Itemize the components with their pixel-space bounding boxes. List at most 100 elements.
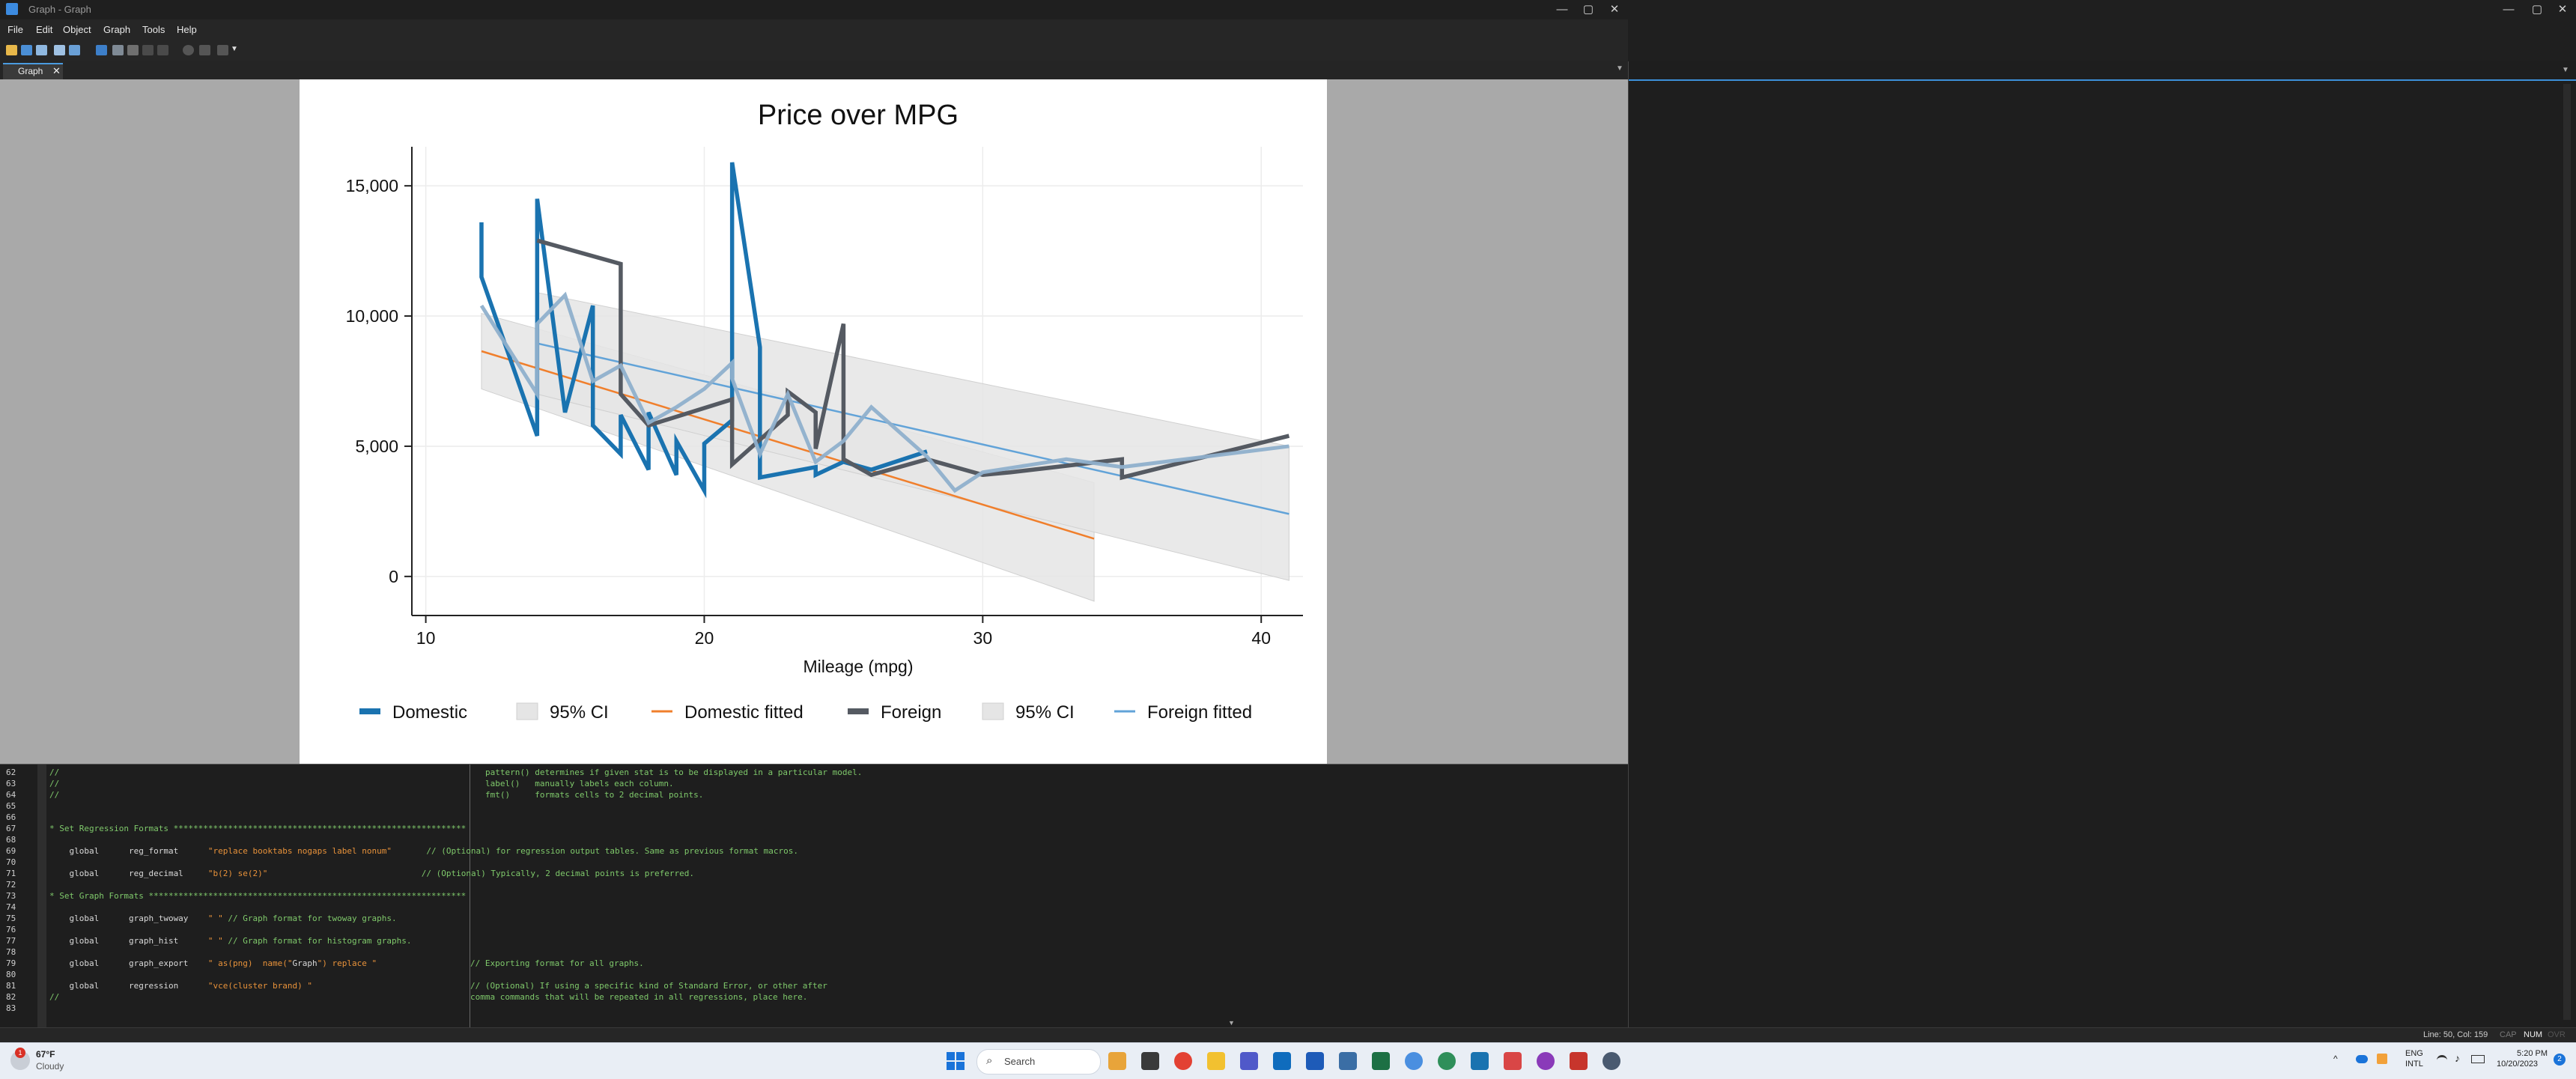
legend-label: Foreign fitted	[1147, 702, 1252, 723]
line-number: 82	[6, 992, 16, 1002]
undo-icon[interactable]	[142, 45, 154, 55]
rename-icon[interactable]	[69, 45, 80, 55]
title-bar: Graph - Graph — ▢ ✕	[0, 0, 1628, 20]
x-tick-label: 30	[973, 628, 993, 648]
code-line: * Set Regression Formats ***************…	[49, 824, 467, 833]
search-icon: ⌕	[986, 1054, 993, 1067]
code-comment: // (Optional) If using a specific kind o…	[470, 981, 827, 991]
menu-bar: File Edit Object Graph Tools Help	[0, 19, 1628, 40]
play-icon[interactable]	[217, 45, 228, 55]
legend-swatch	[982, 702, 1004, 720]
copy-icon[interactable]	[54, 45, 65, 55]
table-icon[interactable]	[112, 45, 124, 55]
line-number: 66	[6, 812, 16, 822]
start-icon[interactable]	[947, 1052, 965, 1070]
weather-badge: 1	[15, 1048, 25, 1058]
wifi-icon[interactable]	[2437, 1055, 2447, 1065]
pane-overflow-icon[interactable]: ▼	[2562, 66, 2569, 74]
todo-icon[interactable]	[1306, 1052, 1324, 1070]
fold-margin	[37, 765, 46, 1028]
code-comment: label() manually labels each column.	[485, 779, 674, 788]
do-file-editor[interactable]: 62 63 64 65 66 67 68 69 70 71 72 73 74 75 76 77 78 79 80 81…	[0, 764, 1628, 1028]
outlook-icon[interactable]	[1273, 1052, 1291, 1070]
pause-icon[interactable]	[199, 45, 210, 55]
teams-icon[interactable]	[1240, 1052, 1258, 1070]
dropdown-arrow-icon[interactable]: ▼	[231, 45, 238, 53]
task-view-icon[interactable]	[1141, 1052, 1159, 1070]
stata-app-icon	[6, 3, 18, 15]
onedrive-icon[interactable]	[2356, 1055, 2368, 1063]
menu-help[interactable]: Help	[177, 24, 197, 35]
editor-scroll-arrow-icon[interactable]: ▼	[1228, 1019, 1235, 1027]
widgets-icon[interactable]	[1108, 1052, 1126, 1070]
line-number: 80	[6, 970, 16, 979]
volume-icon[interactable]: ♪	[2455, 1052, 2460, 1064]
battery-icon[interactable]	[2471, 1055, 2485, 1063]
pane-scrollbar[interactable]	[2563, 84, 2571, 1020]
tab-graph-label: Graph	[18, 66, 43, 76]
tab-strip: Graph ✕ ▼	[0, 61, 1628, 79]
weather-temp: 67°F	[36, 1049, 55, 1060]
legend-label: 95% CI	[1015, 702, 1075, 723]
menu-graph[interactable]: Graph	[103, 24, 130, 35]
tray-chevron-icon[interactable]: ^	[2333, 1054, 2338, 1064]
code-line: global graph_hist " " // Graph format fo…	[49, 936, 412, 946]
menu-file[interactable]: File	[7, 24, 23, 35]
tab-overflow-icon[interactable]: ▼	[1616, 64, 1623, 73]
redo-icon[interactable]	[157, 45, 168, 55]
code-comment: // Exporting format for all graphs.	[470, 958, 644, 968]
file-explorer-icon[interactable]	[1207, 1052, 1225, 1070]
y-tick-label: 5,000	[355, 437, 398, 456]
tab-graph[interactable]: Graph ✕	[3, 63, 63, 79]
open-icon[interactable]	[6, 45, 17, 55]
window-title: Graph - Graph	[28, 4, 91, 15]
minimize-button[interactable]: —	[1547, 0, 1577, 19]
edge-icon[interactable]	[1405, 1052, 1423, 1070]
chrome-icon[interactable]	[1174, 1052, 1192, 1070]
calculator-icon[interactable]	[1339, 1052, 1357, 1070]
clock-date[interactable]: 10/20/2023	[2497, 1060, 2538, 1069]
line-number: 63	[6, 779, 16, 788]
line-number: 65	[6, 801, 16, 811]
legend-swatch	[516, 702, 538, 720]
notification-badge[interactable]: 2	[2554, 1054, 2566, 1066]
save-icon[interactable]	[21, 45, 32, 55]
menu-object[interactable]: Object	[63, 24, 91, 35]
status-bar: Line: 50, Col: 159 CAP NUM OVR	[0, 1027, 2576, 1043]
line-number: 74	[6, 902, 16, 912]
stata-icon[interactable]	[1471, 1052, 1489, 1070]
brush-icon[interactable]	[127, 45, 139, 55]
excel-icon[interactable]	[1372, 1052, 1390, 1070]
code-line: //	[49, 768, 60, 777]
pane-close-button[interactable]: ✕	[2548, 0, 2576, 19]
pane-minimize-button[interactable]: —	[2494, 0, 2524, 19]
ovr-indicator: OVR	[2548, 1030, 2566, 1039]
graph-editor-icon[interactable]	[96, 45, 107, 55]
close-button[interactable]: ✕	[1600, 0, 1629, 19]
app-icon-red[interactable]	[1504, 1052, 1522, 1070]
edge-dev-icon[interactable]	[1438, 1052, 1456, 1070]
x-tick-label: 20	[695, 628, 714, 648]
print-icon[interactable]	[36, 45, 47, 55]
line-number: 62	[6, 768, 16, 777]
chart-title: Price over MPG	[758, 100, 959, 131]
menu-tools[interactable]: Tools	[142, 24, 165, 35]
line-number: 78	[6, 947, 16, 957]
sync-icon[interactable]	[2377, 1054, 2387, 1064]
record-icon[interactable]	[183, 45, 194, 55]
language-primary[interactable]: ENG	[2405, 1049, 2423, 1058]
line-number: 71	[6, 869, 16, 878]
search-box[interactable]: ⌕ Search	[976, 1049, 1101, 1075]
code-line: //	[49, 992, 60, 1002]
y-tick-label: 15,000	[346, 176, 398, 195]
clock-time[interactable]: 5:20 PM	[2510, 1049, 2548, 1058]
podcast-icon[interactable]	[1537, 1052, 1555, 1070]
code-line: global regression "vce(cluster brand) "	[49, 981, 312, 991]
maximize-button[interactable]: ▢	[1573, 0, 1603, 19]
acrobat-icon[interactable]	[1570, 1052, 1588, 1070]
line-number: 70	[6, 857, 16, 867]
language-secondary[interactable]: INTL	[2405, 1060, 2423, 1069]
tab-close-icon[interactable]: ✕	[52, 65, 61, 77]
menu-edit[interactable]: Edit	[36, 24, 52, 35]
settings-icon[interactable]	[1603, 1052, 1620, 1070]
